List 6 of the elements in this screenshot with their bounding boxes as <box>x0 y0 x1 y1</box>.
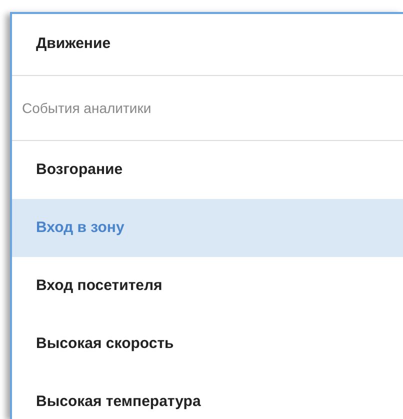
menu-title: Движение <box>36 34 111 54</box>
menu-item[interactable]: Высокая температура <box>12 373 403 419</box>
section-label: События аналитики <box>22 98 152 118</box>
menu-item[interactable]: Вход посетителя <box>12 257 403 315</box>
menu-item[interactable]: Высокая скорость <box>12 315 403 373</box>
menu-item[interactable]: Возгорание <box>12 141 403 199</box>
